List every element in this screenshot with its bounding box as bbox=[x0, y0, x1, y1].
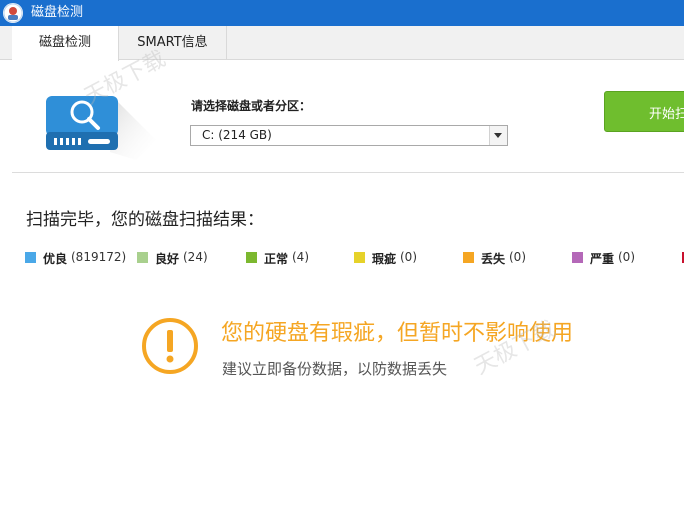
legend-swatch bbox=[137, 252, 148, 263]
tab-disk-check[interactable]: 磁盘检测 bbox=[12, 26, 119, 61]
legend-label: 良好 bbox=[155, 252, 180, 266]
legend-count: (0) bbox=[509, 250, 526, 264]
legend-count: (4) bbox=[292, 250, 309, 264]
legend-label: 严重 bbox=[590, 252, 615, 266]
result-subtitle: 建议立即备份数据，以防数据丢失 bbox=[222, 360, 448, 378]
chevron-down-icon[interactable] bbox=[489, 126, 507, 145]
window-title: 磁盘检测 bbox=[31, 5, 84, 20]
legend-count: (24) bbox=[183, 250, 208, 264]
start-scan-button[interactable]: 开始扫描 bbox=[604, 91, 684, 132]
legend-swatch bbox=[463, 252, 474, 263]
legend-label: 瑕疵 bbox=[372, 252, 397, 266]
legend-count: (819172) bbox=[71, 250, 127, 264]
legend-swatch bbox=[354, 252, 365, 263]
legend-count: (0) bbox=[618, 250, 635, 264]
disk-select-label: 请选择磁盘或者分区： bbox=[191, 99, 312, 113]
start-scan-label: 开始扫描 bbox=[649, 107, 684, 122]
legend-swatch bbox=[572, 252, 583, 263]
legend-label: 正常 bbox=[264, 252, 289, 266]
tab-bar: 磁盘检测 SMART信息 bbox=[0, 26, 684, 61]
legend-label: 丢失 bbox=[481, 252, 506, 266]
legend-label: 优良 bbox=[43, 252, 68, 266]
legend-count: (0) bbox=[400, 250, 417, 264]
legend-swatch bbox=[25, 252, 36, 263]
divider bbox=[12, 172, 684, 173]
app-logo-icon bbox=[3, 3, 23, 23]
exclamation-circle-icon bbox=[141, 317, 199, 379]
drive-select[interactable]: C: (214 GB) bbox=[190, 125, 508, 146]
legend-swatch bbox=[246, 252, 257, 263]
scan-result-heading: 扫描完毕，您的磁盘扫描结果： bbox=[26, 210, 264, 230]
drive-select-value: C: (214 GB) bbox=[202, 128, 272, 142]
title-bar: 磁盘检测 bbox=[0, 0, 684, 26]
